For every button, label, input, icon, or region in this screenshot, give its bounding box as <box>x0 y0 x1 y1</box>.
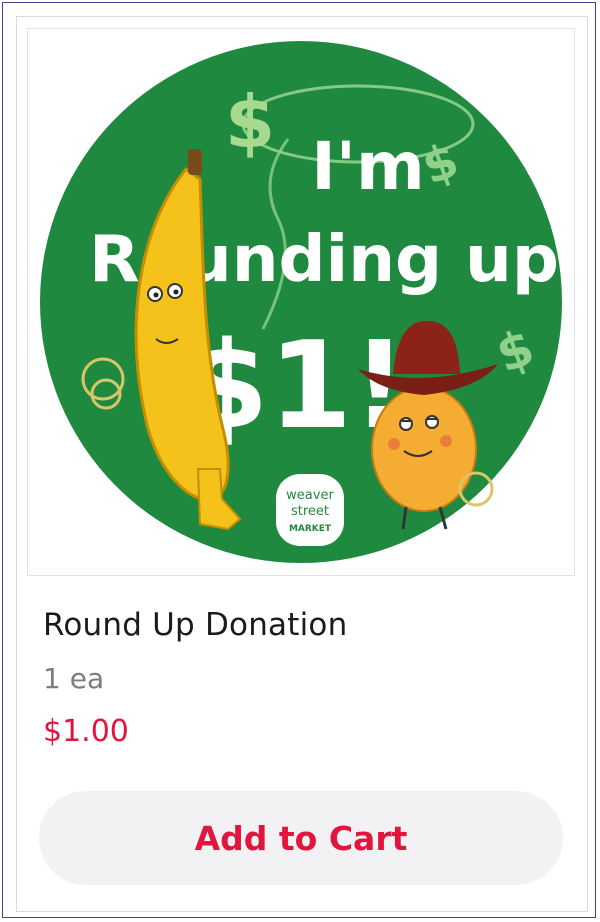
product-image[interactable]: $ $ $ I'm Rounding up $1! weaver street … <box>27 28 575 576</box>
product-size: 1 ea <box>43 662 105 695</box>
svg-text:weaver: weaver <box>286 488 334 503</box>
product-price: $1.00 <box>43 714 129 749</box>
svg-text:MARKET: MARKET <box>289 524 332 534</box>
product-title[interactable]: Round Up Donation <box>43 607 347 643</box>
headline-line-1: I'm <box>311 128 425 205</box>
svg-text:street: street <box>291 504 329 519</box>
weaver-street-market-logo: weaver street MARKET <box>276 474 344 546</box>
dollar-sign-icon: $ <box>225 80 275 164</box>
add-to-cart-button[interactable]: Add to Cart <box>39 791 563 885</box>
round-up-illustration: $ $ $ I'm Rounding up $1! weaver street … <box>40 41 562 563</box>
product-card: $ $ $ I'm Rounding up $1! weaver street … <box>16 16 588 912</box>
page-frame: $ $ $ I'm Rounding up $1! weaver street … <box>2 2 596 918</box>
